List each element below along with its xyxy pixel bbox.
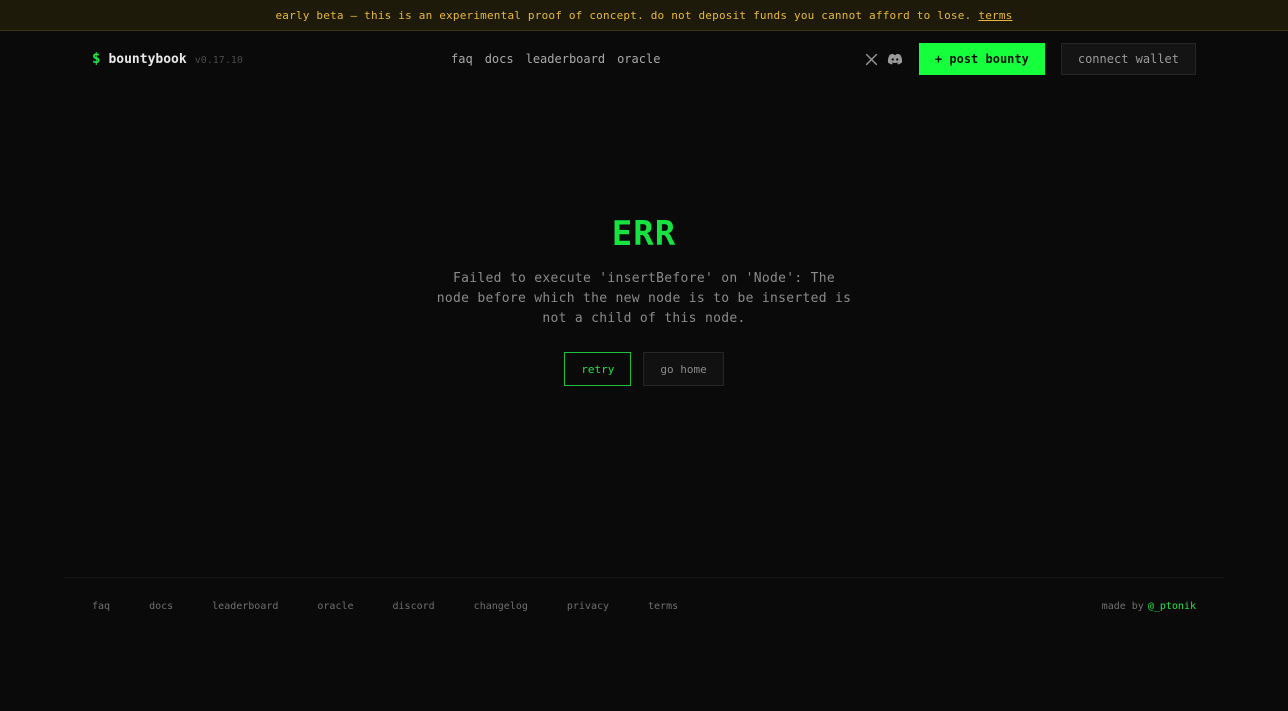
go-home-button[interactable]: go home	[643, 352, 724, 386]
beta-banner-text: early beta — this is an experimental pro…	[275, 8, 972, 22]
footer-link-leaderboard[interactable]: leaderboard	[212, 601, 278, 612]
footer-link-faq[interactable]: faq	[92, 601, 110, 612]
footer-link-oracle[interactable]: oracle	[317, 601, 353, 612]
brand-logo[interactable]: $ bountybook v0.17.10	[92, 51, 243, 67]
error-message: Failed to execute 'insertBefore' on 'Nod…	[436, 271, 852, 326]
made-by: made by @_ptonik	[1102, 601, 1196, 612]
version-label: v0.17.10	[194, 55, 243, 66]
retry-button[interactable]: retry	[564, 352, 632, 386]
header-actions: + post bounty connect wallet	[864, 43, 1196, 75]
made-by-text: made by	[1101, 600, 1144, 612]
footer: faq docs leaderboard oracle discord chan…	[92, 598, 1196, 614]
banner-terms-link[interactable]: terms	[978, 9, 1012, 22]
main-nav: faq docs leaderboard oracle	[451, 43, 660, 75]
author-link[interactable]: @_ptonik	[1148, 601, 1196, 612]
footer-link-terms[interactable]: terms	[648, 601, 678, 612]
brand-dollar-icon: $	[92, 51, 101, 67]
footer-divider	[64, 577, 1224, 578]
footer-links: faq docs leaderboard oracle discord chan…	[92, 601, 678, 612]
x-icon[interactable]	[864, 51, 880, 67]
nav-item-leaderboard[interactable]: leaderboard	[526, 52, 605, 66]
nav-item-faq[interactable]: faq	[451, 52, 473, 66]
footer-link-docs[interactable]: docs	[149, 601, 173, 612]
post-bounty-button[interactable]: + post bounty	[918, 43, 1045, 75]
nav-item-docs[interactable]: docs	[485, 52, 514, 66]
footer-link-changelog[interactable]: changelog	[474, 601, 528, 612]
brand-name: bountybook	[108, 52, 187, 67]
header: $ bountybook v0.17.10 faq docs leaderboa…	[92, 43, 1196, 75]
footer-link-privacy[interactable]: privacy	[567, 601, 609, 612]
beta-banner: early beta — this is an experimental pro…	[0, 0, 1288, 31]
discord-icon[interactable]	[887, 51, 903, 67]
footer-link-discord[interactable]: discord	[393, 601, 435, 612]
nav-item-oracle[interactable]: oracle	[617, 52, 660, 66]
error-panel: ERR Failed to execute 'insertBefore' on …	[0, 210, 1288, 386]
error-title: ERR	[611, 214, 677, 254]
connect-wallet-button[interactable]: connect wallet	[1060, 43, 1196, 75]
error-actions: retry go home	[564, 352, 724, 386]
